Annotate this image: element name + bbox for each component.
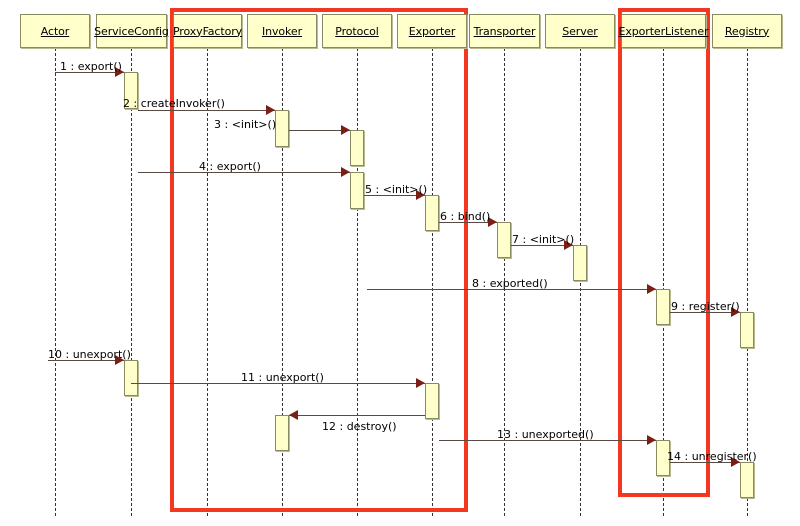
message-label-7: 7 : <init>() xyxy=(512,233,575,246)
participant-box-proxyfactory[interactable]: ProxyFactory xyxy=(173,14,242,48)
message-label-4: 4 : export() xyxy=(199,160,261,173)
lifeline-server xyxy=(580,48,581,516)
participant-label: Exporter xyxy=(408,24,456,38)
highlight-proxyfactory-to-exporter xyxy=(170,8,468,512)
message-arrowhead-8 xyxy=(647,284,656,294)
message-label-8: 8 : exported() xyxy=(472,277,548,290)
participant-label: ServiceConfig xyxy=(94,24,169,38)
activation-bar-invoker xyxy=(275,110,289,147)
activation-bar-registry xyxy=(740,312,754,348)
activation-bar-invoker xyxy=(275,415,289,451)
participant-label: ExporterListener xyxy=(618,24,709,38)
participant-box-actor[interactable]: Actor xyxy=(20,14,90,48)
participant-box-serviceconfig[interactable]: ServiceConfig xyxy=(94,14,169,48)
participant-box-exporter[interactable]: Exporter xyxy=(397,14,467,48)
message-arrowhead-2 xyxy=(266,105,275,115)
message-arrowhead-11 xyxy=(416,378,425,388)
message-label-3: 3 : <init>() xyxy=(214,118,277,131)
message-label-13: 13 : unexported() xyxy=(497,428,594,441)
message-arrowhead-12 xyxy=(289,410,298,420)
participant-label: Actor xyxy=(40,24,70,38)
activation-bar-serviceconfig xyxy=(124,360,138,396)
message-line-2 xyxy=(138,110,275,111)
participant-box-exporterlistener[interactable]: ExporterListener xyxy=(618,14,709,48)
participant-box-registry[interactable]: Registry xyxy=(712,14,782,48)
message-label-14: 14 : unregister() xyxy=(667,450,757,463)
highlight-exporterlistener xyxy=(618,8,710,497)
participant-label: Invoker xyxy=(261,24,303,38)
activation-bar-protocol xyxy=(350,130,364,166)
participant-label: Server xyxy=(562,24,598,38)
message-label-11: 11 : unexport() xyxy=(241,371,324,384)
message-label-10: 10 : unexport() xyxy=(48,348,131,361)
message-arrowhead-4 xyxy=(341,167,350,177)
message-label-2: 2 : createInvoker() xyxy=(123,97,225,110)
lifeline-actor xyxy=(55,48,56,516)
participant-label: Protocol xyxy=(335,24,379,38)
participant-label: Registry xyxy=(724,24,770,38)
activation-bar-exporter xyxy=(425,383,439,419)
message-line-12 xyxy=(289,415,425,416)
activation-bar-registry xyxy=(740,462,754,498)
message-label-6: 6 : bind() xyxy=(440,210,491,223)
activation-bar-transporter xyxy=(497,222,511,258)
message-arrowhead-3 xyxy=(341,125,350,135)
message-label-5: 5 : <init>() xyxy=(365,183,428,196)
message-label-9: 9 : register() xyxy=(671,300,740,313)
message-label-1: 1 : export() xyxy=(60,60,122,73)
message-arrowhead-13 xyxy=(647,435,656,445)
message-label-12: 12 : destroy() xyxy=(322,420,397,433)
participant-label: ProxyFactory xyxy=(172,24,243,38)
participant-box-invoker[interactable]: Invoker xyxy=(247,14,317,48)
lifeline-registry xyxy=(747,48,748,516)
participant-box-server[interactable]: Server xyxy=(545,14,615,48)
activation-bar-exporterlistener xyxy=(656,289,670,325)
participant-label: Transporter xyxy=(473,24,536,38)
participant-box-protocol[interactable]: Protocol xyxy=(322,14,392,48)
activation-bar-protocol xyxy=(350,172,364,209)
sequence-diagram-canvas: Actor ServiceConfig ProxyFactory Invoker Pro… xyxy=(0,0,800,526)
participant-box-transporter[interactable]: Transporter xyxy=(469,14,540,48)
activation-bar-server xyxy=(573,245,587,281)
activation-bar-exporter xyxy=(425,195,439,231)
lifeline-serviceconfig xyxy=(131,48,132,516)
